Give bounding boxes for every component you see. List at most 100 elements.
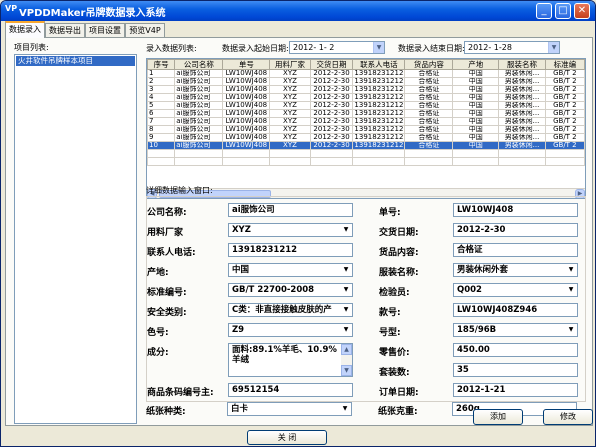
- table-row[interactable]: 1 ai服饰公司 LW10WJ408 XYZ 2012-2-30 13918231212 合…: [147, 69, 585, 78]
- table-cell: 13918231212: [352, 125, 406, 134]
- table-cell: LW10WJ408: [222, 77, 271, 86]
- table-cell: XYZ: [269, 117, 311, 126]
- table-cell: 中国: [452, 109, 500, 118]
- table-cell: 2012-2-30: [309, 133, 354, 142]
- style-field[interactable]: LW10WJ408Z946: [453, 303, 578, 317]
- barcode-field[interactable]: 69512154: [228, 383, 353, 397]
- table-cell: 中国: [452, 101, 500, 110]
- edit-button[interactable]: 修改: [543, 409, 593, 425]
- table-cell: GB/T 2: [544, 133, 585, 142]
- paper-select[interactable]: 白卡 ▼: [227, 402, 352, 416]
- tab-data-export[interactable]: 数据导出: [45, 23, 85, 37]
- column-header[interactable]: 货品内容: [404, 59, 454, 70]
- column-header[interactable]: 联系人电话: [352, 59, 406, 70]
- table-cell: 2012-2-30: [309, 85, 354, 94]
- table-cell: GB/T 2: [544, 101, 585, 110]
- chevron-down-icon[interactable]: ▼: [373, 42, 384, 53]
- order-date-field[interactable]: 2012-1-21: [453, 383, 578, 397]
- maker-select[interactable]: XYZ ▼: [228, 223, 353, 237]
- chevron-down-icon[interactable]: ▼: [565, 264, 577, 276]
- column-header[interactable]: 交货日期: [309, 59, 354, 70]
- project-list-item[interactable]: 火井软件吊牌样本项目: [16, 56, 135, 66]
- garment-label: 服装名称:: [379, 268, 419, 278]
- table-cell: 6: [147, 109, 176, 118]
- origin-value: 中国: [232, 265, 250, 275]
- chevron-down-icon[interactable]: ▼: [340, 304, 352, 316]
- maximize-button[interactable]: □: [555, 3, 571, 19]
- standard-select[interactable]: GB/T 22700-2008 ▼: [228, 283, 353, 297]
- column-header[interactable]: 服装名称: [498, 59, 546, 70]
- tab-preview-v4p[interactable]: 预览V4P: [125, 23, 165, 37]
- entry-data-grid[interactable]: 序号 公司名称 单号 用料厂家 交货日期 联系人电话 货品内容 产地 服装名称 标准编 1 ai服饰…: [146, 58, 586, 199]
- retail-field[interactable]: 450.00: [453, 343, 578, 357]
- phone-field[interactable]: 13918231212: [228, 243, 353, 257]
- table-row[interactable]: 6 ai服饰公司 LW10WJ408 XYZ 2012-2-30 13918231212 合…: [147, 109, 585, 118]
- table-row[interactable]: 9 ai服饰公司 LW10WJ408 XYZ 2012-2-30 13918231212 合…: [147, 133, 585, 142]
- chevron-down-icon[interactable]: ▼: [548, 42, 559, 53]
- size-select[interactable]: 185/96B ▼: [453, 323, 578, 337]
- table-row[interactable]: 2 ai服饰公司 LW10WJ408 XYZ 2012-2-30 13918231212 合…: [147, 77, 585, 86]
- inspector-select[interactable]: Q002 ▼: [453, 283, 578, 297]
- column-header[interactable]: 产地: [452, 59, 500, 70]
- minimize-button[interactable]: _: [536, 3, 552, 19]
- garment-select[interactable]: 男装休闲外套 ▼: [453, 263, 578, 277]
- tab-project-settings[interactable]: 项目设置: [85, 23, 125, 37]
- table-cell: LW10WJ408: [222, 125, 271, 134]
- company-field[interactable]: ai服饰公司: [228, 203, 353, 217]
- project-list[interactable]: 火井软件吊牌样本项目: [14, 54, 137, 424]
- table-cell: 13918231212: [352, 109, 406, 118]
- column-header[interactable]: 序号: [147, 59, 176, 70]
- order-field[interactable]: LW10WJ408: [453, 203, 578, 217]
- composition-textarea[interactable]: 面料:89.1%羊毛、10.9%羊绒 ▲ ▼: [228, 343, 353, 377]
- chevron-down-icon[interactable]: ▼: [340, 284, 352, 296]
- safety-select[interactable]: C类：非直接接触皮肤的产 ▼: [228, 303, 353, 317]
- scroll-down-icon[interactable]: ▼: [341, 365, 352, 376]
- add-button[interactable]: 添加: [473, 409, 523, 425]
- tab-data-entry[interactable]: 数据录入: [5, 21, 45, 38]
- vertical-scrollbar[interactable]: ▲ ▼: [341, 344, 352, 376]
- title-bar[interactable]: VP VPDDMaker吊牌数据录入系统 _ □ ✕: [1, 1, 595, 21]
- start-date-picker[interactable]: 2012- 1- 2 ▼: [289, 41, 385, 54]
- table-row[interactable]: 5 ai服饰公司 LW10WJ408 XYZ 2012-2-30 13918231212 合…: [147, 101, 585, 110]
- column-header[interactable]: 用料厂家: [269, 59, 311, 70]
- content-field[interactable]: 合格证: [453, 243, 578, 257]
- chevron-down-icon[interactable]: ▼: [340, 264, 352, 276]
- delivery-field[interactable]: 2012-2-30: [453, 223, 578, 237]
- empty-cell: [174, 149, 224, 158]
- table-cell: ai服饰公司: [174, 133, 224, 142]
- chevron-down-icon[interactable]: ▼: [339, 403, 351, 415]
- table-row[interactable]: 3 ai服饰公司 LW10WJ408 XYZ 2012-2-30 13918231212 合…: [147, 85, 585, 94]
- table-cell: 合格证: [404, 77, 454, 86]
- chevron-down-icon[interactable]: ▼: [340, 324, 352, 336]
- end-date-picker[interactable]: 2012- 1-28 ▼: [464, 41, 560, 54]
- inspector-value: Q002: [457, 285, 482, 295]
- size-label: 号型:: [379, 328, 401, 338]
- close-window-button[interactable]: ✕: [574, 3, 590, 19]
- close-button[interactable]: 关 闭: [247, 430, 327, 445]
- table-cell: LW10WJ408: [222, 133, 271, 142]
- sets-field[interactable]: 35: [453, 363, 578, 377]
- column-header[interactable]: 单号: [222, 59, 271, 70]
- color-select[interactable]: Z9 ▼: [228, 323, 353, 337]
- table-cell: LW10WJ408: [222, 85, 271, 94]
- empty-cell: [544, 149, 585, 158]
- table-cell: ai服饰公司: [174, 85, 224, 94]
- table-cell: 男装休闲...: [498, 93, 546, 102]
- origin-select[interactable]: 中国 ▼: [228, 263, 353, 277]
- table-cell: 2012-2-30: [309, 117, 354, 126]
- chevron-down-icon[interactable]: ▼: [565, 324, 577, 336]
- table-row[interactable]: 8 ai服饰公司 LW10WJ408 XYZ 2012-2-30 13918231212 合…: [147, 125, 585, 134]
- data-entry-panel: 项目列表: 火井软件吊牌样本项目 录入数据列表: 数据录入起始日期: 2012-…: [5, 37, 593, 426]
- table-cell: 13918231212: [352, 133, 406, 142]
- table-cell: 中国: [452, 117, 500, 126]
- chevron-down-icon[interactable]: ▼: [340, 224, 352, 236]
- column-header[interactable]: 公司名称: [174, 59, 224, 70]
- table-row[interactable]: 10 ai服饰公司 LW10WJ408 XYZ 2012-2-30 13918231212…: [147, 141, 585, 150]
- composition-label: 成分:: [147, 348, 169, 358]
- column-header[interactable]: 标准编: [544, 59, 585, 70]
- chevron-down-icon[interactable]: ▼: [565, 284, 577, 296]
- table-row[interactable]: 4 ai服饰公司 LW10WJ408 XYZ 2012-2-30 13918231212 合…: [147, 93, 585, 102]
- scroll-up-icon[interactable]: ▲: [341, 344, 352, 355]
- table-row[interactable]: 7 ai服饰公司 LW10WJ408 XYZ 2012-2-30 13918231212 合…: [147, 117, 585, 126]
- table-cell: 13918231212: [352, 93, 406, 102]
